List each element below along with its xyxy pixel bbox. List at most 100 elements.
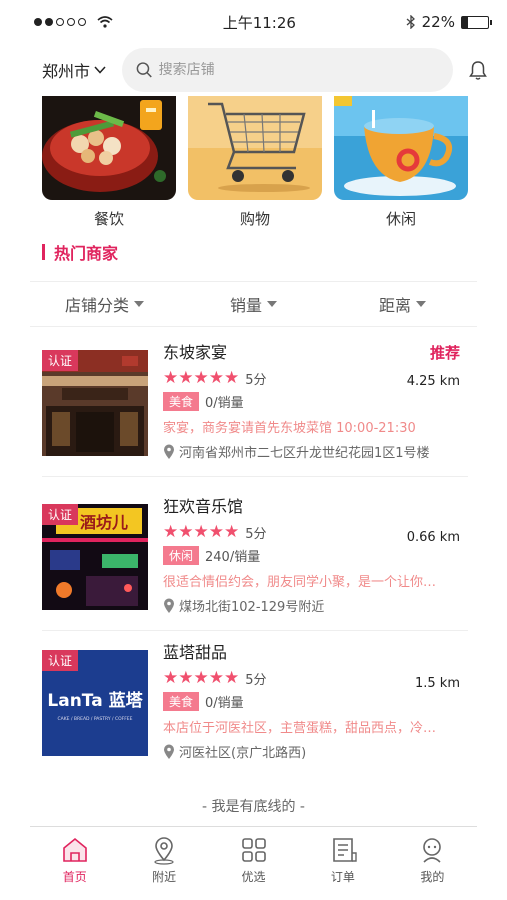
- home-icon: [62, 837, 87, 862]
- section-title: 热门商家: [42, 240, 118, 264]
- category-leisure[interactable]: 休闲: [334, 96, 468, 234]
- section-title-bar: [42, 244, 45, 260]
- battery-fill: [461, 16, 468, 28]
- store-address: 煤场北街102-129号附近: [163, 596, 468, 615]
- store-name: 蓝塔甜品: [163, 643, 228, 662]
- store-score: 5分: [245, 672, 267, 688]
- star-rating-icon: ★★★★★: [163, 522, 240, 542]
- section-title-text: 热门商家: [54, 244, 119, 263]
- status-time: 上午11:26: [222, 13, 296, 32]
- grid-icon: [241, 838, 266, 862]
- store-distance: 4.25 km: [406, 374, 460, 389]
- dropdown-arrow-icon: [267, 301, 277, 307]
- store-description: 本店位于河医社区，主营蛋糕，甜品西点，冷…: [163, 721, 437, 736]
- certified-badge: 认证: [42, 650, 79, 671]
- city-selector[interactable]: 郑州市: [42, 58, 106, 82]
- store-address: 河医社区(京广北路西): [163, 742, 468, 761]
- signal-dot: [45, 18, 53, 26]
- store-sales: 0/销量: [205, 395, 244, 411]
- store-tag: 美食: [163, 391, 200, 411]
- store-info: 东坡家宴 ★★★★★ 5分 美食 0/销量 家宴，商务宴请首先东坡菜馆 10:0…: [163, 342, 468, 461]
- store-score: 5分: [245, 526, 267, 542]
- location-pin-icon: [154, 837, 174, 865]
- list-divider: [42, 630, 468, 631]
- signal-dot: [67, 18, 75, 26]
- city-label: 郑州市: [42, 62, 91, 81]
- dropdown-arrow-icon: [416, 301, 426, 307]
- star-rating-icon: ★★★★★: [163, 668, 240, 688]
- filter-sales[interactable]: 销量: [179, 292, 328, 316]
- shopping-cart-image: [188, 96, 322, 200]
- store-info: 蓝塔甜品 ★★★★★ 5分 美食 0/销量 本店位于河医社区，主营蛋糕，甜品西点…: [163, 642, 468, 761]
- bluetooth-icon: [406, 15, 415, 29]
- filter-distance[interactable]: 距离: [328, 292, 477, 316]
- store-distance: 1.5 km: [415, 676, 460, 691]
- filter-bar: 店铺分类 销量 距离: [30, 281, 477, 327]
- chevron-down-icon: [94, 66, 106, 74]
- tab-label: 优选: [241, 870, 266, 884]
- certified-badge: 认证: [42, 350, 79, 371]
- store-logo-text: LanTa 蓝塔: [47, 690, 143, 711]
- category-label: 餐饮: [93, 210, 124, 228]
- category-label: 购物: [239, 210, 270, 228]
- status-bar: 上午11:26 22%: [0, 0, 507, 44]
- store-address-text: 河医社区(京广北路西): [179, 746, 307, 761]
- store-tag: 休闲: [163, 545, 200, 565]
- store-sales: 240/销量: [205, 549, 261, 565]
- location-pin-icon: [164, 744, 174, 759]
- signal-dot: [34, 18, 42, 26]
- store-address: 河南省郑州市二七区升龙世纪花园1区1号楼: [163, 442, 468, 461]
- tab-nearby[interactable]: 附近: [119, 827, 208, 900]
- user-icon: [423, 838, 442, 863]
- dropdown-arrow-icon: [134, 301, 144, 307]
- store-description: 家宴，商务宴请首先东坡菜馆 10:00-21:30: [163, 421, 416, 436]
- tab-home[interactable]: 首页: [30, 827, 119, 900]
- store-meta: 美食 0/销量: [163, 391, 468, 411]
- store-card[interactable]: 认证 酒坊儿 狂欢音乐馆 ★★★★★ 5分 休闲 240/销量 很适合情侣约会，…: [42, 496, 468, 626]
- filter-label: 距离: [378, 296, 411, 315]
- signal-strength: [34, 16, 113, 28]
- search-bar[interactable]: [122, 48, 453, 92]
- store-card[interactable]: 认证 LanTa 蓝塔 CAKE / BREAD / PASTRY / COFF…: [42, 642, 468, 772]
- store-distance: 0.66 km: [406, 530, 460, 545]
- star-rating-icon: ★★★★★: [163, 368, 240, 388]
- category-row: 餐饮 购物 休闲: [42, 96, 468, 234]
- tab-label: 首页: [62, 870, 87, 884]
- battery-icon: [460, 15, 492, 29]
- search-input[interactable]: [158, 62, 439, 78]
- store-card[interactable]: 认证 东坡家宴 ★★★★★ 5分 美食 0/销量 家宴，商务宴请首先东坡菜馆 1…: [42, 342, 468, 472]
- category-label: 休闲: [385, 210, 416, 228]
- category-shopping[interactable]: 购物: [188, 96, 322, 234]
- list-divider: [42, 476, 468, 477]
- store-sign-text: 酒坊儿: [80, 513, 128, 532]
- location-pin-icon: [164, 598, 174, 613]
- wifi-icon: [97, 16, 113, 28]
- store-tag: 美食: [163, 691, 200, 711]
- end-of-list-text: - 我是有底线的 -: [201, 799, 305, 815]
- store-name: 东坡家宴: [163, 343, 228, 362]
- filter-label: 销量: [229, 296, 262, 315]
- tab-label: 附近: [152, 870, 177, 884]
- filter-label: 店铺分类: [64, 296, 129, 315]
- status-right: 22%: [406, 13, 492, 31]
- tab-label: 我的: [420, 870, 445, 884]
- search-icon: [136, 62, 152, 78]
- filter-category[interactable]: 店铺分类: [30, 292, 179, 316]
- bell-icon[interactable]: [467, 59, 489, 81]
- store-sales: 0/销量: [205, 695, 244, 711]
- recommend-label: 推荐: [429, 344, 460, 362]
- tab-featured[interactable]: 优选: [209, 827, 298, 900]
- signal-dot: [56, 18, 64, 26]
- store-logo-subtext: CAKE / BREAD / PASTRY / COFFEE: [58, 716, 133, 722]
- category-catering[interactable]: 餐饮: [42, 96, 176, 234]
- signal-dot: [78, 18, 86, 26]
- store-photo: 认证 LanTa 蓝塔 CAKE / BREAD / PASTRY / COFF…: [42, 650, 148, 756]
- hotpot-image: [42, 96, 176, 200]
- store-score: 5分: [245, 372, 267, 388]
- store-name: 狂欢音乐馆: [163, 497, 244, 516]
- tab-orders[interactable]: 订单: [298, 827, 387, 900]
- tab-label: 订单: [330, 870, 355, 884]
- store-meta: 美食 0/销量: [163, 691, 468, 711]
- tab-profile[interactable]: 我的: [388, 827, 477, 900]
- order-list-icon: [333, 838, 357, 862]
